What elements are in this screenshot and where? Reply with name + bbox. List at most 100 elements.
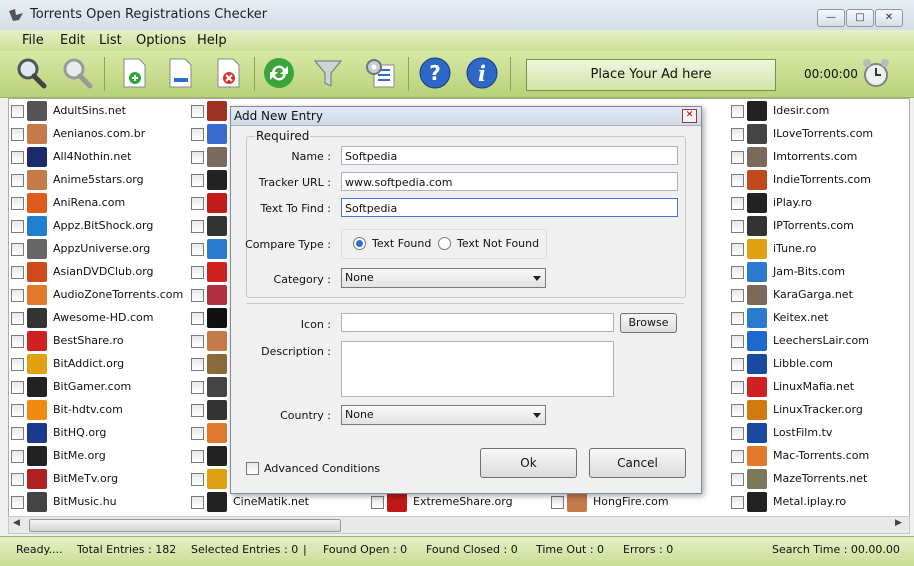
list-item[interactable]: LeechersLair.com [729, 330, 909, 353]
row-checkbox[interactable] [191, 197, 204, 210]
close-button[interactable]: ✕ [875, 9, 903, 27]
list-item[interactable]: ILoveTorrents.com [729, 123, 909, 146]
browse-button[interactable]: Browse [620, 313, 677, 333]
menu-options[interactable]: Options [136, 33, 186, 48]
row-checkbox[interactable] [731, 266, 744, 279]
row-checkbox[interactable] [191, 243, 204, 256]
info-icon[interactable]: i [465, 56, 499, 90]
list-item[interactable]: Idesir.com [729, 100, 909, 123]
description-textarea[interactable] [341, 341, 614, 397]
row-checkbox[interactable] [731, 197, 744, 210]
row-checkbox[interactable] [731, 243, 744, 256]
list-item[interactable]: BitGamer.com [9, 376, 189, 399]
search-icon[interactable] [14, 56, 48, 90]
scroll-left-icon[interactable]: ◀ [13, 518, 20, 528]
row-checkbox[interactable] [191, 381, 204, 394]
maximize-button[interactable]: □ [846, 9, 874, 27]
row-checkbox[interactable] [731, 312, 744, 325]
row-checkbox[interactable] [11, 266, 24, 279]
list-item[interactable]: Imtorrents.com [729, 146, 909, 169]
list-item[interactable]: AppzUniverse.org [9, 238, 189, 261]
row-checkbox[interactable] [191, 404, 204, 417]
tracker-url-input[interactable]: www.softpedia.com [341, 172, 678, 191]
list-item[interactable]: Keitex.net [729, 307, 909, 330]
list-item[interactable]: BitAddict.org [9, 353, 189, 376]
name-input[interactable]: Softpedia [341, 146, 678, 165]
row-checkbox[interactable] [191, 427, 204, 440]
edit-entry-icon[interactable] [163, 56, 197, 90]
list-item[interactable]: ExtremeShare.org [369, 491, 549, 514]
list-item[interactable]: Mac-Torrents.com [729, 445, 909, 468]
row-checkbox[interactable] [191, 128, 204, 141]
advanced-conditions-checkbox[interactable] [246, 462, 259, 475]
list-item[interactable]: LinuxTracker.org [729, 399, 909, 422]
list-item[interactable]: AsianDVDClub.org [9, 261, 189, 284]
list-item[interactable]: Libble.com [729, 353, 909, 376]
cancel-button[interactable]: Cancel [589, 448, 686, 478]
row-checkbox[interactable] [191, 105, 204, 118]
list-item[interactable]: MazeTorrents.net [729, 468, 909, 491]
scroll-right-icon[interactable]: ▶ [895, 518, 902, 528]
row-checkbox[interactable] [191, 473, 204, 486]
row-checkbox[interactable] [731, 220, 744, 233]
list-item[interactable]: IndieTorrents.com [729, 169, 909, 192]
list-item[interactable]: BestShare.ro [9, 330, 189, 353]
row-checkbox[interactable] [731, 404, 744, 417]
row-checkbox[interactable] [731, 105, 744, 118]
list-item[interactable]: HongFire.com [549, 491, 729, 514]
row-checkbox[interactable] [11, 174, 24, 187]
country-select[interactable]: None [341, 405, 546, 425]
row-checkbox[interactable] [731, 335, 744, 348]
row-checkbox[interactable] [551, 496, 564, 509]
list-item[interactable]: BitHQ.org [9, 422, 189, 445]
dialog-close-button[interactable]: ✕ [682, 109, 697, 123]
list-item[interactable]: Metal.iplay.ro [729, 491, 909, 514]
text-not-found-radio[interactable] [438, 237, 451, 250]
row-checkbox[interactable] [11, 358, 24, 371]
refresh-icon[interactable] [262, 56, 296, 90]
list-item[interactable]: All4Nothin.net [9, 146, 189, 169]
row-checkbox[interactable] [191, 266, 204, 279]
ok-button[interactable]: Ok [480, 448, 577, 478]
menu-edit[interactable]: Edit [60, 33, 85, 48]
row-checkbox[interactable] [191, 358, 204, 371]
list-item[interactable]: iTune.ro [729, 238, 909, 261]
row-checkbox[interactable] [731, 128, 744, 141]
row-checkbox[interactable] [191, 496, 204, 509]
list-item[interactable]: Bit-hdtv.com [9, 399, 189, 422]
list-item[interactable]: BitMeTv.org [9, 468, 189, 491]
filter-icon[interactable] [311, 56, 345, 90]
row-checkbox[interactable] [731, 151, 744, 164]
row-checkbox[interactable] [731, 427, 744, 440]
row-checkbox[interactable] [11, 496, 24, 509]
row-checkbox[interactable] [731, 496, 744, 509]
row-checkbox[interactable] [11, 335, 24, 348]
row-checkbox[interactable] [191, 220, 204, 233]
row-checkbox[interactable] [11, 427, 24, 440]
list-item[interactable]: BitMusic.hu [9, 491, 189, 514]
list-item[interactable]: LostFilm.tv [729, 422, 909, 445]
scrollbar-thumb[interactable] [29, 519, 341, 532]
text-to-find-input[interactable]: Softpedia [341, 198, 678, 217]
row-checkbox[interactable] [731, 450, 744, 463]
add-entry-icon[interactable] [117, 56, 151, 90]
category-select[interactable]: None [341, 268, 546, 288]
list-item[interactable]: Anime5stars.org [9, 169, 189, 192]
list-item[interactable]: Aenianos.com.br [9, 123, 189, 146]
text-found-radio[interactable] [353, 237, 366, 250]
row-checkbox[interactable] [731, 473, 744, 486]
row-checkbox[interactable] [11, 289, 24, 302]
icon-path-input[interactable] [341, 313, 614, 332]
row-checkbox[interactable] [11, 151, 24, 164]
list-item[interactable]: AdultSins.net [9, 100, 189, 123]
row-checkbox[interactable] [11, 450, 24, 463]
row-checkbox[interactable] [731, 358, 744, 371]
row-checkbox[interactable] [191, 289, 204, 302]
row-checkbox[interactable] [191, 450, 204, 463]
row-checkbox[interactable] [191, 335, 204, 348]
menu-list[interactable]: List [99, 33, 122, 48]
row-checkbox[interactable] [11, 243, 24, 256]
list-item[interactable]: CineMatik.net [189, 491, 369, 514]
row-checkbox[interactable] [191, 151, 204, 164]
help-icon[interactable]: ? [418, 56, 452, 90]
